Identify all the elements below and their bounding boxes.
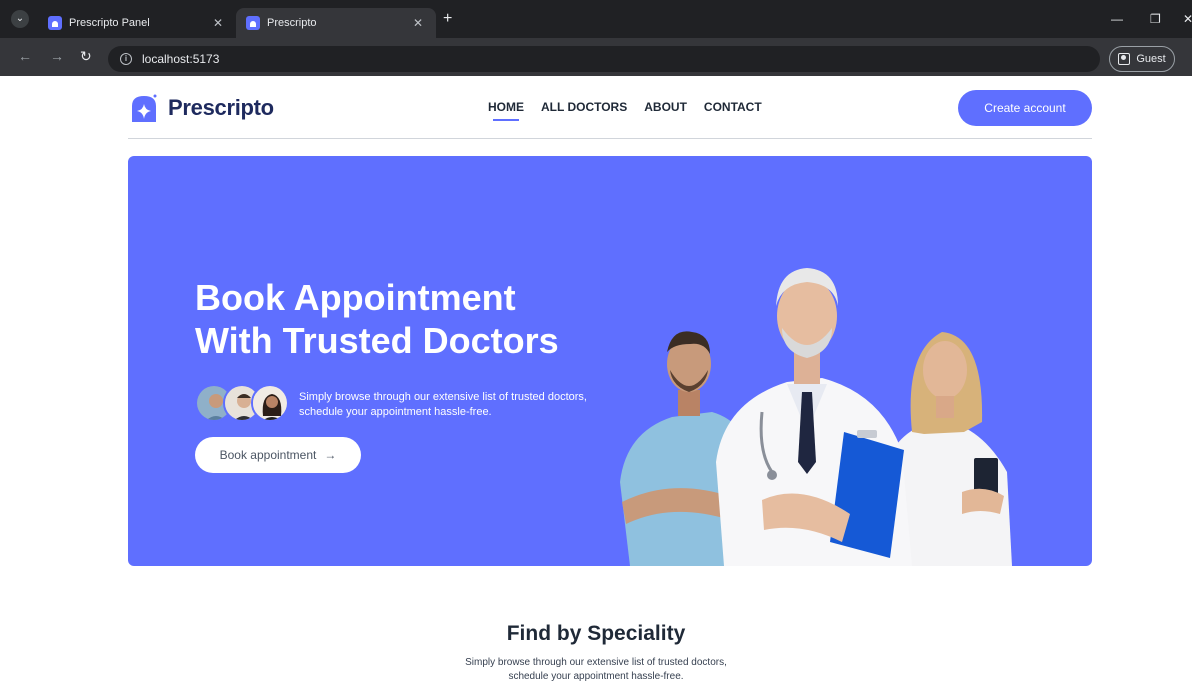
book-appointment-button[interactable]: Book appointment → [195,437,361,473]
tab-close-icon[interactable]: ✕ [410,16,426,30]
speciality-title: Find by Speciality [506,622,686,645]
arrow-right-icon: → [324,448,337,462]
hero-subtitle-line: schedule your appointment hassle-free. [299,406,492,418]
prescripto-favicon-icon [246,16,260,30]
avatar [251,384,289,422]
browser-tab-prescripto-panel[interactable]: Prescripto Panel ✕ [38,8,236,38]
profile-icon [1118,53,1131,65]
browser-tab-prescripto[interactable]: Prescripto ✕ [236,8,436,38]
nav-about[interactable]: ABOUT [644,100,687,114]
hero-title: Book Appointment With Trusted Doctors [195,276,615,362]
prescripto-logo-icon [132,94,157,122]
tab-title: Prescripto [267,17,317,29]
hero-banner: Book Appointment With Trusted Doctors Si… [128,156,1092,566]
hero-title-line: Book Appointment [195,277,516,318]
book-appointment-label: Book appointment [219,448,317,462]
browser-tab-bar: ⌄ Prescripto Panel ✕ Prescripto ✕ + — ❐ … [0,0,1192,38]
restore-icon[interactable]: ❐ [1150,12,1161,26]
forward-icon[interactable]: → [50,48,64,64]
hero-subtitle: Simply browse through our extensive list… [299,390,619,420]
logo-text: Prescripto [168,95,274,120]
prescripto-favicon-icon [48,16,62,30]
site-info-icon[interactable]: i [120,53,132,65]
back-icon[interactable]: ← [18,48,32,64]
tab-search-chevron-icon[interactable]: ⌄ [11,10,29,28]
speciality-subtitle: Simply browse through our extensive list… [0,656,1192,684]
speciality-subtitle-line: schedule your appointment hassle-free. [508,671,684,682]
url-text: localhost:5173 [142,52,220,66]
create-account-button[interactable]: Create account [958,90,1092,126]
speciality-subtitle-line: Simply browse through our extensive list… [465,657,727,668]
address-bar[interactable]: i localhost:5173 [108,46,1100,72]
nav-contact[interactable]: CONTACT [704,100,762,114]
doctors-group-image [620,268,1012,566]
reload-icon[interactable]: ↻ [80,48,92,64]
main-nav: HOME ALL DOCTORS ABOUT CONTACT [488,100,762,121]
new-tab-icon[interactable]: + [443,11,452,27]
nav-home[interactable]: HOME [488,100,524,121]
hero-subtitle-line: Simply browse through our extensive list… [299,391,587,403]
doctor-figure-center [716,268,912,566]
doctor-avatar-group [195,384,291,424]
minimize-icon[interactable]: — [1111,12,1123,26]
profile-label: Guest [1136,53,1166,65]
tab-close-icon[interactable]: ✕ [210,16,226,30]
page: Prescripto HOME ALL DOCTORS ABOUT CONTAC… [0,76,1192,693]
close-window-icon[interactable]: ✕ [1183,12,1192,26]
hero-title-line: With Trusted Doctors [195,320,559,361]
nav-all-doctors[interactable]: ALL DOCTORS [541,100,627,114]
guest-profile-button[interactable]: Guest [1109,46,1175,72]
logo[interactable]: Prescripto [128,92,274,124]
tab-title: Prescripto Panel [69,17,150,29]
site-header: Prescripto HOME ALL DOCTORS ABOUT CONTAC… [128,76,1092,139]
